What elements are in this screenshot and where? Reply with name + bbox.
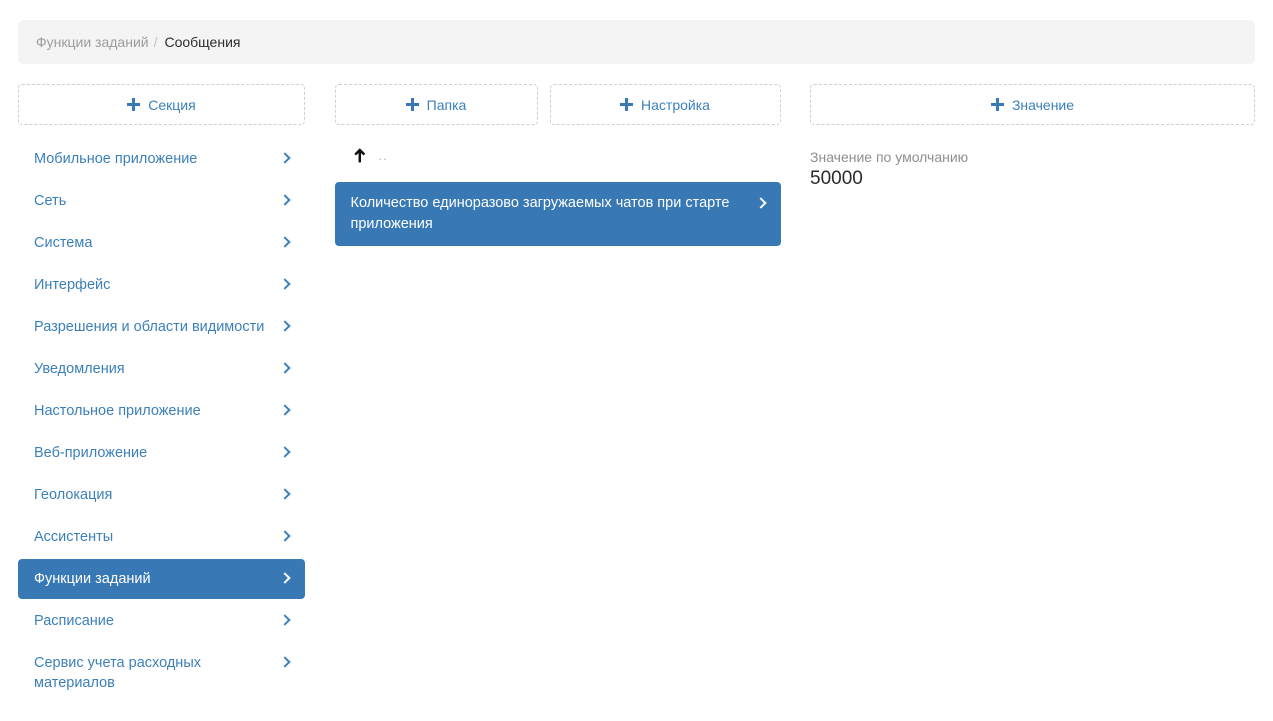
sidebar-item-label: Настольное приложение bbox=[34, 401, 201, 421]
chevron-right-icon bbox=[279, 404, 290, 415]
chevron-right-icon bbox=[279, 656, 290, 667]
sidebar-item-system[interactable]: Система bbox=[18, 223, 305, 263]
arrow-up-icon bbox=[353, 147, 367, 164]
chevron-right-icon bbox=[279, 194, 290, 205]
sidebar-item-web-app[interactable]: Веб-приложение bbox=[18, 433, 305, 473]
sidebar-item-label: Уведомления bbox=[34, 359, 125, 379]
toolbar-middle-group: Папка Настройка bbox=[335, 84, 781, 125]
sidebar-item-label: Разрешения и области видимости bbox=[34, 317, 264, 337]
chevron-right-icon bbox=[279, 488, 290, 499]
sidebar-item-mobile-app[interactable]: Мобильное приложение bbox=[18, 139, 305, 179]
sidebar-item-label: Функции заданий bbox=[34, 569, 151, 589]
settings-column: .. Количество единоразово загружаемых ча… bbox=[335, 139, 781, 246]
sidebar-item-label: Ассистенты bbox=[34, 527, 113, 547]
chevron-right-icon bbox=[279, 530, 290, 541]
sidebar-item-label: Интерфейс bbox=[34, 275, 110, 295]
add-folder-button[interactable]: Папка bbox=[335, 84, 538, 125]
add-setting-label: Настройка bbox=[641, 97, 710, 113]
breadcrumb-current: Сообщения bbox=[164, 34, 240, 50]
sidebar-item-network[interactable]: Сеть bbox=[18, 181, 305, 221]
sidebar-item-label: Сеть bbox=[34, 191, 66, 211]
up-folder-button[interactable]: .. bbox=[335, 139, 781, 171]
add-section-label: Секция bbox=[148, 97, 195, 113]
value-column: Значение по умолчанию 50000 bbox=[810, 139, 1255, 190]
sidebar-item-label: Мобильное приложение bbox=[34, 149, 197, 169]
chevron-right-icon bbox=[279, 572, 290, 583]
default-value-label: Значение по умолчанию bbox=[810, 149, 1255, 165]
sidebar-item-label: Сервис учета расходных материалов bbox=[34, 653, 269, 693]
chevron-right-icon bbox=[279, 362, 290, 373]
sidebar-item-label: Система bbox=[34, 233, 92, 253]
plus-icon bbox=[991, 98, 1004, 111]
sidebar-item-desktop-app[interactable]: Настольное приложение bbox=[18, 391, 305, 431]
settings-page: { "colors": { "accent": "#3879b5", "link… bbox=[0, 0, 1273, 721]
plus-icon bbox=[406, 98, 419, 111]
breadcrumb-separator: / bbox=[154, 34, 158, 50]
setting-item-label: Количество единоразово загружаемых чатов… bbox=[351, 193, 745, 235]
add-setting-button[interactable]: Настройка bbox=[550, 84, 781, 125]
sidebar-item-label: Геолокация bbox=[34, 485, 112, 505]
plus-icon bbox=[620, 98, 633, 111]
chevron-right-icon bbox=[279, 320, 290, 331]
breadcrumb: Функции заданий / Сообщения bbox=[18, 20, 1255, 64]
sidebar-item-interface[interactable]: Интерфейс bbox=[18, 265, 305, 305]
sidebar-item-schedule[interactable]: Расписание bbox=[18, 601, 305, 641]
chevron-right-icon bbox=[279, 614, 290, 625]
sidebar-item-label: Веб-приложение bbox=[34, 443, 147, 463]
sidebar-item-task-functions[interactable]: Функции заданий bbox=[18, 559, 305, 599]
sidebar-item-assistants[interactable]: Ассистенты bbox=[18, 517, 305, 557]
sidebar-item-permissions[interactable]: Разрешения и области видимости bbox=[18, 307, 305, 347]
setting-item-chats-load-count[interactable]: Количество единоразово загружаемых чатов… bbox=[335, 182, 781, 246]
sidebar-item-consumables-service[interactable]: Сервис учета расходных материалов bbox=[18, 643, 305, 703]
add-section-button[interactable]: Секция bbox=[18, 84, 305, 125]
chevron-right-icon bbox=[279, 446, 290, 457]
add-value-button[interactable]: Значение bbox=[810, 84, 1255, 125]
chevron-right-icon bbox=[279, 236, 290, 247]
add-value-label: Значение bbox=[1012, 97, 1074, 113]
sections-sidebar: Мобильное приложение Сеть Система Интерф… bbox=[18, 139, 305, 705]
sidebar-item-notifications[interactable]: Уведомления bbox=[18, 349, 305, 389]
chevron-right-icon bbox=[755, 197, 766, 208]
sidebar-item-geolocation[interactable]: Геолокация bbox=[18, 475, 305, 515]
toolbar: Секция Папка Настройка Значение bbox=[18, 84, 1255, 125]
up-folder-label: .. bbox=[379, 148, 388, 163]
breadcrumb-parent-link[interactable]: Функции заданий bbox=[36, 34, 149, 50]
chevron-right-icon bbox=[279, 278, 290, 289]
add-folder-label: Папка bbox=[427, 97, 467, 113]
chevron-right-icon bbox=[279, 152, 290, 163]
sidebar-item-label: Расписание bbox=[34, 611, 114, 631]
main-content: Мобильное приложение Сеть Система Интерф… bbox=[18, 139, 1255, 705]
default-value: 50000 bbox=[810, 168, 1255, 190]
plus-icon bbox=[127, 98, 140, 111]
page-container: Функции заданий / Сообщения Секция Папка… bbox=[0, 0, 1273, 705]
